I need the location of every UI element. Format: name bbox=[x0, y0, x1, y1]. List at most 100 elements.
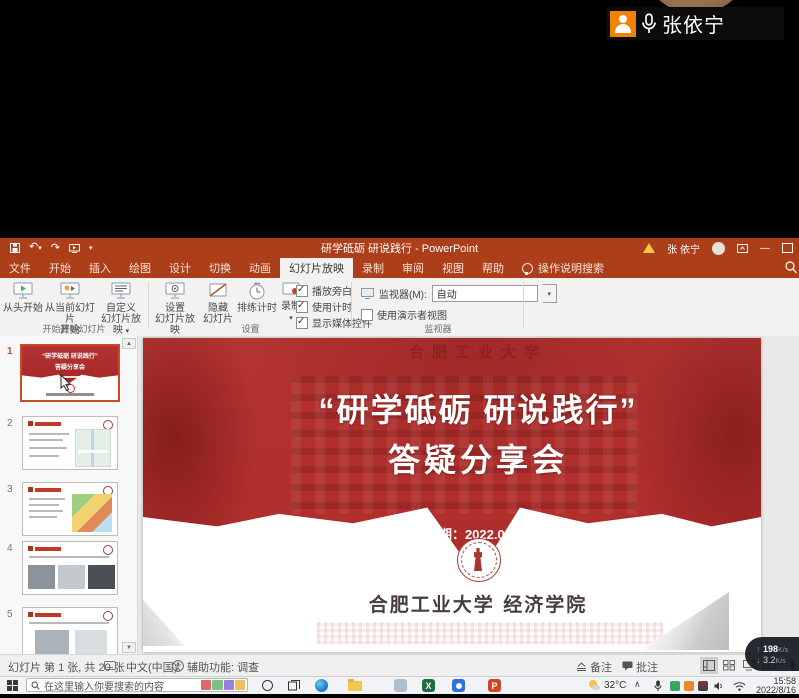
powerpoint-window: ↶▾ ↷ ▾ 研学砥砺 研说践行 - PowerPoint 张 依宁 — 文件 … bbox=[0, 238, 799, 676]
taskbar-search-box[interactable]: 在这里输入你要搜索的内容 bbox=[26, 678, 248, 692]
ribbon-tab-bar: 文件 开始 插入 绘图 设计 切换 动画 幻灯片放映 录制 审阅 视图 帮助 操… bbox=[0, 258, 799, 278]
thumbnail-number: 4 bbox=[7, 543, 13, 554]
monitor-dropdown[interactable]: 自动 bbox=[432, 285, 538, 302]
mini-photo bbox=[88, 565, 115, 589]
account-name[interactable]: 张 依宁 bbox=[667, 241, 700, 256]
use-timings-checkbox[interactable]: 使用计时 bbox=[296, 299, 352, 314]
dropdown-caret-icon[interactable]: ▾ bbox=[543, 284, 557, 303]
clock-icon bbox=[248, 282, 266, 300]
university-seal bbox=[457, 538, 501, 582]
meeting-app-icon[interactable] bbox=[452, 679, 465, 692]
tab-draw[interactable]: 绘图 bbox=[120, 258, 160, 278]
mouse-cursor bbox=[60, 374, 72, 391]
scroll-down-button[interactable]: ▼ bbox=[122, 642, 136, 653]
restore-icon[interactable] bbox=[782, 243, 793, 253]
slide-thumbnail-2[interactable] bbox=[22, 416, 118, 470]
tray-expand-chevron[interactable]: ∧ bbox=[634, 679, 641, 690]
upload-arrow-icon: ↑ bbox=[756, 644, 761, 654]
title-bar: ↶▾ ↷ ▾ 研学砥砺 研说践行 - PowerPoint 张 依宁 — bbox=[0, 238, 799, 258]
accessibility-status[interactable]: 辅助功能: 调查 bbox=[187, 659, 259, 675]
ribbon: 从头开始 从当前幻灯片 开始 自定义 幻灯片放映 ▾ 开始放映幻灯片 设置 幻灯… bbox=[0, 278, 799, 337]
slide-date: 日期：2022.08.16 bbox=[169, 524, 761, 543]
slide-thumbnail-panel: ▲ 1 “研学砥砺 研说践行” 答疑分享会 2 bbox=[0, 336, 138, 654]
slide-thumbnail-5[interactable] bbox=[22, 607, 118, 654]
tab-review[interactable]: 审阅 bbox=[393, 258, 433, 278]
tab-animations[interactable]: 动画 bbox=[240, 258, 280, 278]
task-view-button[interactable] bbox=[288, 680, 300, 692]
start-button[interactable] bbox=[7, 680, 19, 692]
display-settings-icon[interactable] bbox=[104, 661, 116, 671]
normal-view-icon bbox=[703, 660, 715, 671]
ribbon-separator bbox=[351, 282, 352, 328]
building-name-text: 合肥工业大学 bbox=[169, 341, 761, 362]
monitor-selector: 监视器(M): 自动 ▾ bbox=[361, 284, 557, 303]
checkbox-unchecked-icon bbox=[361, 309, 373, 321]
tab-help[interactable]: 帮助 bbox=[473, 258, 513, 278]
mini-photo bbox=[58, 565, 85, 589]
monitor-list-icon bbox=[111, 282, 131, 300]
tray-network-adapter-icon[interactable] bbox=[698, 681, 708, 691]
slide-thumbnail-4[interactable] bbox=[22, 541, 118, 595]
speaker-icon[interactable] bbox=[714, 681, 725, 691]
slide-thumbnail-3[interactable] bbox=[22, 482, 118, 536]
notes-button[interactable]: 备注 bbox=[590, 659, 612, 675]
tab-design[interactable]: 设计 bbox=[160, 258, 200, 278]
presenter-view-checkbox[interactable]: 使用演示者视图 bbox=[361, 307, 447, 322]
powerpoint-icon[interactable]: P bbox=[488, 679, 501, 692]
weather-icon[interactable] bbox=[589, 680, 600, 691]
group-label-setup: 设置 bbox=[150, 322, 351, 335]
tab-transitions[interactable]: 切换 bbox=[200, 258, 240, 278]
tab-view[interactable]: 视图 bbox=[433, 258, 473, 278]
edge-browser-icon[interactable] bbox=[315, 679, 328, 692]
tray-microphone-icon[interactable] bbox=[654, 680, 662, 692]
lightbulb-icon bbox=[522, 263, 533, 274]
temperature[interactable]: 32°C bbox=[604, 680, 626, 691]
thumbnail-number: 5 bbox=[7, 609, 13, 620]
tab-file[interactable]: 文件 bbox=[0, 258, 40, 278]
minimize-icon[interactable]: — bbox=[760, 243, 770, 254]
hidden-slide-icon bbox=[208, 282, 228, 300]
account-avatar[interactable] bbox=[712, 242, 725, 255]
participant-icon bbox=[610, 11, 636, 37]
tray-icon-green[interactable] bbox=[670, 681, 680, 691]
mini-illustration-image bbox=[72, 494, 112, 532]
slide-title-line1: “研学砥砺 研说践行” bbox=[169, 385, 761, 431]
taskbar-clock[interactable]: 15:58 2022/8/16 bbox=[752, 677, 796, 695]
slide-canvas[interactable]: 合肥工业大学 “研学砥砺 研说践行” 答疑分享会 日期：2022.08.16 合… bbox=[143, 338, 761, 652]
thumbnail-number: 2 bbox=[7, 418, 13, 429]
warning-icon[interactable] bbox=[643, 243, 655, 253]
search-icon[interactable] bbox=[785, 261, 797, 274]
network-speed-widget[interactable]: ↑ 198K/s ↓ 3.2K/s bbox=[745, 637, 799, 671]
thumbnail-number: 1 bbox=[7, 346, 13, 357]
mini-seal-icon bbox=[103, 611, 113, 621]
participant-name: 张依宁 bbox=[662, 9, 725, 38]
monitor-current-icon bbox=[60, 282, 80, 300]
normal-view-button[interactable] bbox=[700, 657, 718, 674]
tab-home[interactable]: 开始 bbox=[40, 258, 80, 278]
play-narrations-checkbox[interactable]: 播放旁白 bbox=[296, 283, 352, 298]
file-explorer-icon[interactable] bbox=[348, 681, 362, 691]
scroll-up-button[interactable]: ▲ bbox=[122, 338, 136, 349]
mini-photo bbox=[75, 630, 107, 654]
monitor-gear-icon bbox=[165, 282, 185, 300]
tab-slideshow[interactable]: 幻灯片放映 bbox=[280, 258, 353, 278]
building-pattern bbox=[317, 622, 663, 644]
wifi-icon[interactable] bbox=[733, 681, 746, 691]
accessibility-icon bbox=[172, 660, 184, 672]
ribbon-display-options-icon[interactable] bbox=[737, 244, 748, 253]
search-highlight-image bbox=[201, 680, 245, 690]
mini-seal-icon bbox=[103, 545, 113, 555]
slide-sorter-view-button[interactable] bbox=[720, 657, 738, 674]
tray-icon-orange[interactable] bbox=[684, 681, 694, 691]
download-arrow-icon: ↓ bbox=[756, 655, 761, 665]
slide-thumbnail-1[interactable]: “研学砥砺 研说践行” 答疑分享会 bbox=[20, 344, 120, 402]
microphone-icon bbox=[640, 12, 658, 36]
cortana-button[interactable] bbox=[262, 680, 273, 691]
app-icon-gray[interactable] bbox=[394, 679, 407, 692]
tab-insert[interactable]: 插入 bbox=[80, 258, 120, 278]
comments-button[interactable]: 批注 bbox=[636, 659, 658, 675]
language-indicator[interactable]: 中文(中国) bbox=[126, 659, 177, 675]
tell-me-search[interactable]: 操作说明搜索 bbox=[513, 258, 613, 278]
tab-record[interactable]: 录制 bbox=[353, 258, 393, 278]
excel-icon[interactable]: X bbox=[422, 679, 435, 692]
